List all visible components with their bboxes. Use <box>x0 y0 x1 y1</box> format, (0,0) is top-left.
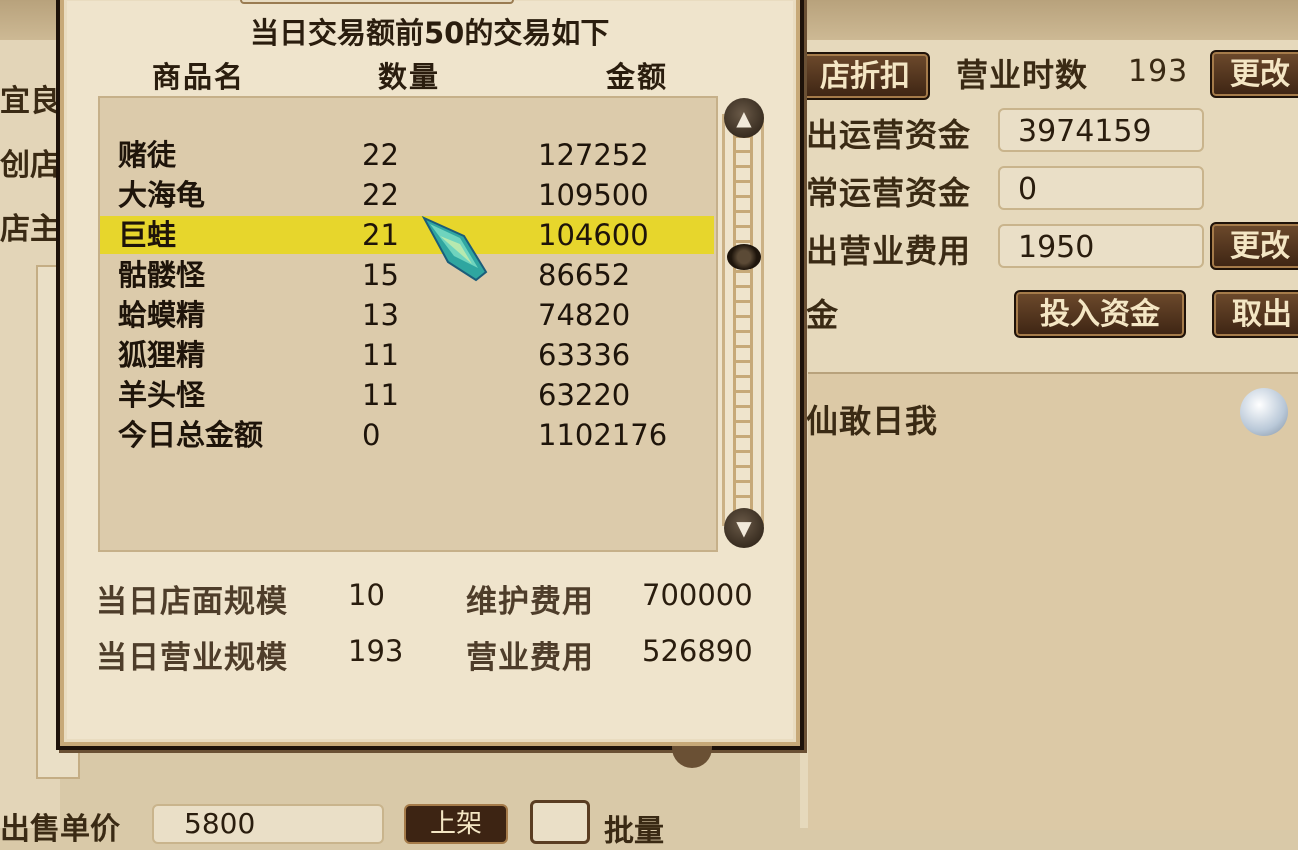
maintenance-fee-label: 维护费用 <box>466 584 594 620</box>
store-discount-button[interactable]: 店折扣 <box>800 52 930 100</box>
row-quantity: 15 <box>362 258 399 292</box>
table-row[interactable]: 骷髅怪 15 86652 <box>100 256 714 294</box>
cursor-gem-icon <box>421 215 488 282</box>
row-name: 今日总金额 <box>118 418 264 452</box>
owner-name: 仙敢日我 <box>806 402 939 440</box>
business-fee-value: 526890 <box>642 634 753 668</box>
scrollbar-track[interactable] <box>722 114 764 526</box>
table-row[interactable]: 今日总金额 0 1102176 <box>100 416 714 454</box>
table-row[interactable]: 狐狸精 11 63336 <box>100 336 714 374</box>
operating-funds-label: 出运营资金 <box>806 116 972 154</box>
row-quantity: 22 <box>362 138 399 172</box>
row-amount: 86652 <box>538 258 631 292</box>
row-quantity: 11 <box>362 338 399 372</box>
row-quantity: 13 <box>362 298 399 332</box>
row-amount: 127252 <box>538 138 649 172</box>
regular-funds-label: 常运营资金 <box>806 174 972 212</box>
business-fee-label: 营业费用 <box>466 640 594 676</box>
table-row[interactable]: 巨蛙 21 104600 <box>100 216 714 254</box>
change-expense-button[interactable]: 更改 <box>1210 222 1298 270</box>
column-header-quantity: 数量 <box>378 60 441 94</box>
scroll-down-icon[interactable]: ▼ <box>724 508 764 548</box>
left-label-3: 店主 <box>0 212 60 247</box>
batch-checkbox[interactable] <box>530 800 590 844</box>
row-amount: 104600 <box>538 218 649 252</box>
row-quantity: 0 <box>362 418 381 452</box>
unit-price-input[interactable]: 5800 <box>152 804 384 844</box>
business-hours-value: 193 <box>1128 54 1189 89</box>
row-amount: 63220 <box>538 378 631 412</box>
regular-funds-field[interactable]: 0 <box>998 166 1204 210</box>
row-name: 蛤蟆精 <box>118 298 206 332</box>
row-name: 骷髅怪 <box>118 258 206 292</box>
list-item-button[interactable]: 上架 <box>404 804 508 844</box>
store-scale-value: 10 <box>348 578 385 612</box>
left-label-2: 创店 <box>0 148 60 183</box>
dialog-foot-knob <box>672 746 712 768</box>
scroll-up-icon[interactable]: ▲ <box>724 98 764 138</box>
store-scale-label: 当日店面规模 <box>96 584 288 620</box>
business-expense-label: 出营业费用 <box>806 232 972 270</box>
business-expense-field[interactable]: 1950 <box>998 224 1204 268</box>
table-row[interactable]: 赌徒 22 127252 <box>100 136 714 174</box>
orb-icon[interactable] <box>1240 388 1288 436</box>
row-amount: 1102176 <box>538 418 668 452</box>
batch-label: 批量 <box>604 814 664 849</box>
withdraw-funds-button[interactable]: 取出 <box>1212 290 1298 338</box>
row-name: 赌徒 <box>118 138 177 172</box>
row-name: 巨蛙 <box>118 218 177 252</box>
invest-funds-button[interactable]: 投入资金 <box>1014 290 1186 338</box>
dialog-top-tab <box>240 0 514 4</box>
maintenance-fee-value: 700000 <box>642 578 753 612</box>
row-quantity: 11 <box>362 378 399 412</box>
change-hours-button[interactable]: 更改 <box>1210 50 1298 98</box>
row-quantity: 21 <box>362 218 399 252</box>
operating-funds-field[interactable]: 3974159 <box>998 108 1204 152</box>
business-scale-label: 当日营业规模 <box>96 640 288 676</box>
table-row[interactable]: 羊头怪 11 63220 <box>100 376 714 414</box>
row-amount: 109500 <box>538 178 649 212</box>
dialog-title: 当日交易额前50的交易如下 <box>250 16 610 50</box>
column-header-amount: 金额 <box>606 60 669 94</box>
row-quantity: 22 <box>362 178 399 212</box>
row-name: 狐狸精 <box>118 338 206 372</box>
row-amount: 74820 <box>538 298 631 332</box>
business-scale-value: 193 <box>348 634 404 668</box>
column-header-name: 商品名 <box>152 60 246 94</box>
business-hours-label: 营业时数 <box>956 56 1089 94</box>
table-row[interactable]: 大海龟 22 109500 <box>100 176 714 214</box>
left-label-1: 宜良 <box>0 84 60 119</box>
row-name: 大海龟 <box>118 178 206 212</box>
row-amount: 63336 <box>538 338 631 372</box>
funds-label: 金 <box>806 296 840 334</box>
unit-price-label: 出售单价 <box>0 812 120 847</box>
row-name: 羊头怪 <box>118 378 206 412</box>
scrollbar-pattern <box>733 114 753 526</box>
table-row[interactable]: 蛤蟆精 13 74820 <box>100 296 714 334</box>
scrollbar-thumb[interactable] <box>727 244 761 270</box>
